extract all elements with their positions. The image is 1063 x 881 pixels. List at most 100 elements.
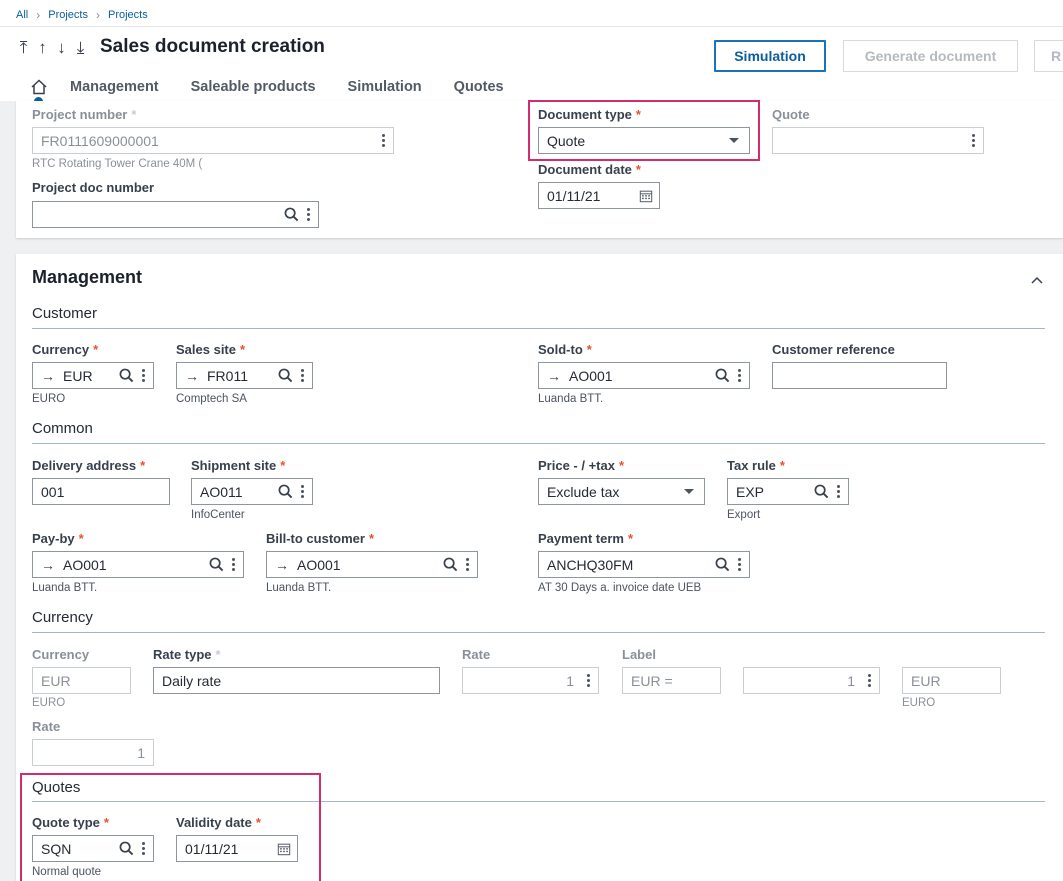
more-options-icon[interactable] bbox=[582, 668, 594, 693]
tab-saleable-products[interactable]: Saleable products bbox=[191, 79, 316, 95]
payment-term-field[interactable]: ANCHQ30FM bbox=[538, 551, 750, 578]
sales-site-field[interactable]: → FR011 bbox=[176, 362, 313, 389]
bill-to-customer-label: Bill-to customer * bbox=[266, 531, 375, 546]
generate-document-button[interactable]: Generate document bbox=[843, 40, 1018, 72]
search-icon[interactable] bbox=[115, 363, 137, 388]
shipment-site-label: Shipment site * bbox=[191, 458, 286, 473]
project-doc-number-label: Project doc number bbox=[32, 180, 155, 195]
rate2-field[interactable]: 1 bbox=[743, 667, 880, 694]
next-record-icon[interactable]: ↓ bbox=[55, 38, 68, 58]
sold-to-label: Sold-to * bbox=[538, 342, 592, 357]
rate3-label: Rate bbox=[32, 719, 61, 734]
chevron-down-icon bbox=[684, 489, 694, 494]
search-icon[interactable] bbox=[280, 202, 302, 227]
tax-rule-description: Export bbox=[727, 509, 761, 521]
delivery-address-field[interactable]: 001 bbox=[32, 478, 170, 505]
chevron-right-icon: › bbox=[36, 8, 41, 22]
more-options-icon[interactable] bbox=[377, 128, 389, 153]
rate-field[interactable]: 1 bbox=[462, 667, 599, 694]
divider bbox=[32, 328, 1045, 329]
more-options-icon[interactable] bbox=[302, 202, 314, 227]
more-options-icon[interactable] bbox=[296, 363, 308, 388]
arrow-right-icon[interactable]: → bbox=[33, 557, 59, 573]
quotes-section-highlight bbox=[20, 773, 321, 881]
currency-description: EURO bbox=[32, 393, 66, 405]
currency2-description: EURO bbox=[32, 697, 66, 709]
more-options-icon[interactable] bbox=[461, 552, 473, 577]
sales-site-label: Sales site * bbox=[176, 342, 246, 357]
quote-field[interactable] bbox=[772, 127, 984, 154]
currency2-label: Currency bbox=[32, 647, 90, 662]
page-title: Sales document creation bbox=[100, 36, 325, 57]
breadcrumb: All › Projects › Projects bbox=[16, 8, 148, 22]
search-icon[interactable] bbox=[711, 552, 733, 577]
rate-type-field[interactable]: Daily rate bbox=[153, 667, 440, 694]
search-icon[interactable] bbox=[274, 479, 296, 504]
currency-label: Currency * bbox=[32, 342, 99, 357]
home-icon[interactable] bbox=[30, 78, 48, 96]
more-options-icon[interactable] bbox=[137, 363, 149, 388]
pay-by-field[interactable]: → AO001 bbox=[32, 551, 244, 578]
collapse-icon[interactable] bbox=[1030, 272, 1044, 288]
more-options-icon[interactable] bbox=[227, 552, 239, 577]
search-icon[interactable] bbox=[274, 363, 296, 388]
project-number-description: RTC Rotating Tower Crane 40M ( bbox=[32, 158, 203, 170]
quote-label: Quote bbox=[772, 107, 810, 122]
tax-rule-field[interactable]: EXP bbox=[727, 478, 849, 505]
rate-label: Rate bbox=[462, 647, 491, 662]
breadcrumb-divider bbox=[0, 26, 1063, 27]
arrow-right-icon[interactable]: → bbox=[267, 557, 293, 573]
tab-management[interactable]: Management bbox=[70, 79, 159, 95]
search-icon[interactable] bbox=[810, 479, 832, 504]
label-label: Label bbox=[622, 647, 656, 662]
document-date-label: Document date * bbox=[538, 162, 641, 177]
divider bbox=[32, 632, 1045, 633]
more-options-icon[interactable] bbox=[832, 479, 844, 504]
price-tax-select[interactable]: Exclude tax bbox=[538, 478, 705, 505]
more-options-icon[interactable] bbox=[733, 552, 745, 577]
tab-quotes[interactable]: Quotes bbox=[454, 79, 504, 95]
first-record-icon[interactable]: ⤒ bbox=[17, 38, 30, 58]
arrow-right-icon[interactable]: → bbox=[539, 368, 565, 384]
breadcrumb-projects-2[interactable]: Projects bbox=[108, 9, 148, 21]
bill-to-customer-description: Luanda BTT. bbox=[266, 582, 332, 594]
last-record-icon[interactable]: ⤓ bbox=[74, 38, 87, 58]
pay-by-label: Pay-by * bbox=[32, 531, 84, 546]
breadcrumb-projects-1[interactable]: Projects bbox=[48, 9, 88, 21]
sold-to-field[interactable]: → AO001 bbox=[538, 362, 750, 389]
currency3-description: EURO bbox=[902, 697, 936, 709]
record-navigation: ⤒ ↑ ↓ ⤓ bbox=[17, 38, 87, 58]
more-options-icon[interactable] bbox=[967, 128, 979, 153]
delivery-address-label: Delivery address * bbox=[32, 458, 146, 473]
calendar-icon[interactable] bbox=[635, 183, 657, 208]
more-options-icon[interactable] bbox=[733, 363, 745, 388]
divider bbox=[32, 443, 1045, 444]
more-actions-button[interactable]: R bbox=[1034, 40, 1063, 72]
currency-field[interactable]: → EUR bbox=[32, 362, 154, 389]
currency3-field[interactable]: EUR bbox=[902, 667, 1001, 694]
tab-simulation[interactable]: Simulation bbox=[348, 79, 422, 95]
search-icon[interactable] bbox=[205, 552, 227, 577]
more-options-icon[interactable] bbox=[296, 479, 308, 504]
rate-type-label: Rate type * bbox=[153, 647, 221, 662]
price-tax-label: Price - / +tax * bbox=[538, 458, 625, 473]
shipment-site-field[interactable]: AO011 bbox=[191, 478, 313, 505]
arrow-right-icon[interactable]: → bbox=[177, 368, 203, 384]
simulation-button[interactable]: Simulation bbox=[714, 40, 826, 72]
label-field[interactable]: EUR = bbox=[622, 667, 721, 694]
document-date-field[interactable]: 01/11/21 bbox=[538, 182, 660, 209]
arrow-right-icon[interactable]: → bbox=[33, 368, 59, 384]
project-doc-number-field[interactable] bbox=[32, 201, 319, 228]
previous-record-icon[interactable]: ↑ bbox=[36, 38, 49, 58]
customer-reference-label: Customer reference bbox=[772, 342, 895, 357]
bill-to-customer-field[interactable]: → AO001 bbox=[266, 551, 478, 578]
more-options-icon[interactable] bbox=[863, 668, 875, 693]
payment-term-description: AT 30 Days a. invoice date UEB bbox=[538, 582, 702, 594]
rate3-field[interactable]: 1 bbox=[32, 739, 154, 766]
currency2-field[interactable]: EUR bbox=[32, 667, 131, 694]
project-number-field[interactable]: FR0111609000001 bbox=[32, 127, 394, 154]
search-icon[interactable] bbox=[439, 552, 461, 577]
customer-reference-field[interactable] bbox=[772, 362, 947, 389]
breadcrumb-all[interactable]: All bbox=[16, 9, 28, 21]
search-icon[interactable] bbox=[711, 363, 733, 388]
